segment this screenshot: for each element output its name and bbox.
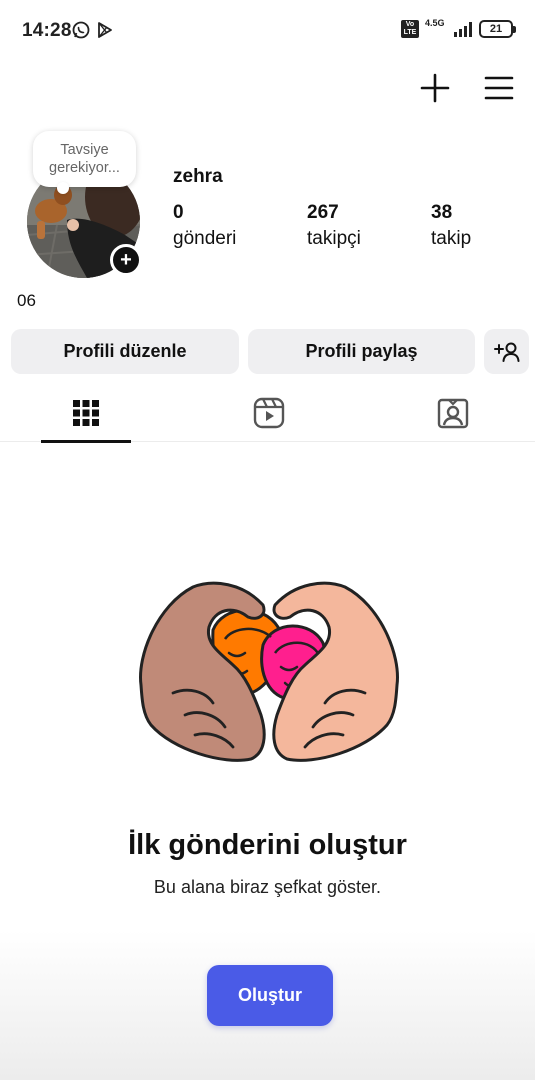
volte-badge: Vo LTE bbox=[401, 20, 419, 38]
add-person-icon bbox=[493, 342, 519, 362]
battery-icon: 21 bbox=[479, 20, 516, 38]
posts-label: gönderi bbox=[173, 228, 237, 249]
status-notification-icons bbox=[72, 21, 114, 39]
whatsapp-icon bbox=[72, 21, 90, 39]
status-right: Vo LTE 4.5G 21 bbox=[401, 18, 516, 38]
share-profile-button[interactable]: Profili paylaş bbox=[248, 329, 475, 374]
status-time: 14:28 bbox=[22, 20, 72, 41]
edit-profile-button[interactable]: Profili düzenle bbox=[11, 329, 239, 374]
status-bar: 14:28 Vo LTE 4.5G 21 bbox=[0, 0, 535, 62]
create-post-button[interactable]: Oluştur bbox=[207, 965, 333, 1026]
profile-tabs bbox=[0, 384, 535, 443]
tab-posts-grid[interactable] bbox=[41, 384, 131, 443]
posts-count: 0 bbox=[173, 202, 184, 223]
note-bubble[interactable]: Tavsiye gerekiyor... bbox=[33, 131, 136, 194]
stat-following[interactable]: 38 takip bbox=[431, 202, 471, 250]
username: zehra bbox=[173, 166, 223, 187]
empty-state-subtitle: Bu alana biraz şefkat göster. bbox=[153, 877, 382, 897]
reels-icon bbox=[253, 397, 285, 429]
note-text-line1: Tavsiye bbox=[60, 142, 109, 158]
following-count: 38 bbox=[431, 202, 453, 223]
create-new-button[interactable] bbox=[419, 70, 451, 106]
note-text-line2: gerekiyor... bbox=[49, 160, 120, 176]
network-type: 4.5G bbox=[425, 18, 445, 28]
add-story-button[interactable]: + bbox=[110, 244, 142, 276]
top-actions bbox=[419, 70, 515, 106]
heart-hands-illustration bbox=[139, 581, 399, 762]
tagged-icon bbox=[437, 398, 469, 429]
signal-icon bbox=[454, 22, 472, 37]
grid-icon bbox=[73, 400, 99, 426]
tab-reels[interactable] bbox=[224, 384, 314, 442]
tab-tagged[interactable] bbox=[408, 384, 498, 442]
profile-actions: Profili düzenle Profili paylaş bbox=[11, 329, 529, 374]
followers-count: 267 bbox=[307, 202, 339, 223]
followers-label: takipçi bbox=[307, 228, 361, 249]
add-story-plus-icon: + bbox=[120, 249, 132, 271]
play-store-icon bbox=[98, 22, 112, 38]
empty-state-title: İlk gönderini oluştur bbox=[128, 829, 407, 861]
menu-icon bbox=[484, 76, 514, 100]
bio: 06 bbox=[17, 291, 36, 310]
plus-icon bbox=[420, 73, 450, 103]
menu-button[interactable] bbox=[483, 70, 515, 106]
stat-posts[interactable]: 0 gönderi bbox=[173, 202, 236, 250]
following-label: takip bbox=[431, 228, 472, 249]
stat-followers[interactable]: 267 takipçi bbox=[307, 202, 361, 250]
discover-people-button[interactable] bbox=[484, 329, 529, 374]
